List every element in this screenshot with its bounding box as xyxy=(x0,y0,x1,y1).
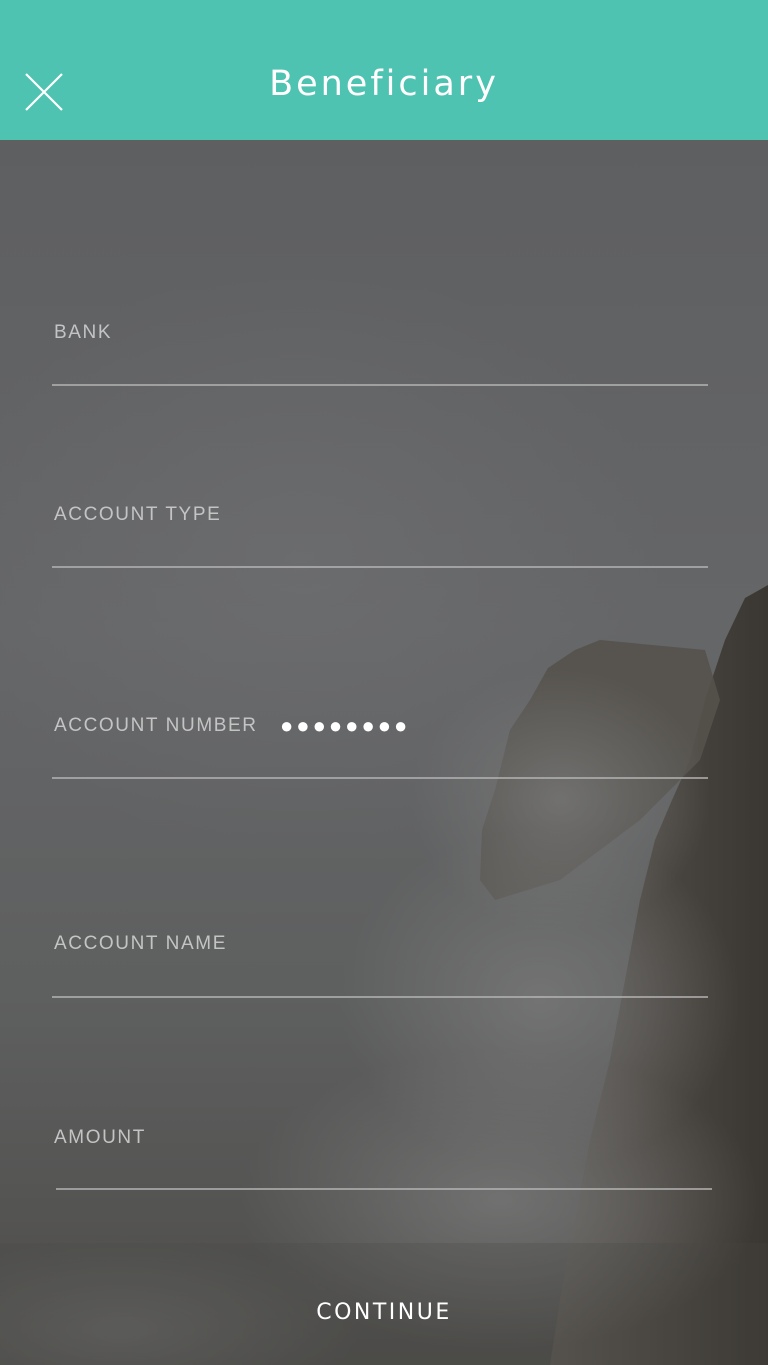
account-name-underline xyxy=(52,996,708,998)
account-type-input[interactable] xyxy=(52,493,708,543)
bank-underline xyxy=(52,384,708,386)
account-number-label: ACCOUNT NUMBER xyxy=(54,715,258,736)
continue-button[interactable]: CONTINUE xyxy=(0,1243,768,1365)
bank-input[interactable] xyxy=(52,312,708,362)
beneficiary-form: BANK ACCOUNT TYPE ACCOUNT NUMBER ●●●●●●●… xyxy=(0,0,768,1365)
app-header: Beneficiary xyxy=(0,0,768,140)
page-title: Beneficiary xyxy=(269,64,499,104)
account-number-underline xyxy=(52,777,708,779)
amount-underline xyxy=(56,1188,712,1190)
account-name-input[interactable] xyxy=(52,923,708,973)
account-type-underline xyxy=(52,566,708,568)
continue-label: CONTINUE xyxy=(316,1300,452,1325)
account-number-input[interactable]: ●●●●●●●● xyxy=(280,713,410,739)
amount-input[interactable] xyxy=(52,1117,708,1167)
